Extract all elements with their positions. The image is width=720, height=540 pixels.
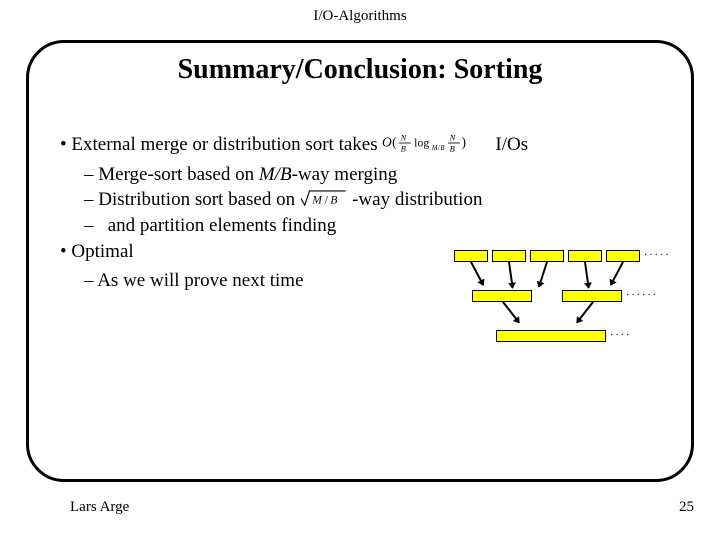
- formula-sqrt-m-over-b: M / B: [300, 189, 348, 208]
- tree-bar: [568, 250, 602, 262]
- tree-bar: [454, 250, 488, 262]
- svg-text:): ): [462, 134, 467, 150]
- distribution-tree-diagram: ····· ······ ····: [454, 250, 664, 350]
- svg-text:(: (: [393, 134, 398, 150]
- svg-text:M: M: [311, 195, 323, 207]
- tree-arrow: [538, 262, 548, 287]
- tree-ellipsis: ······: [626, 290, 658, 301]
- header-label: I/O-Algorithms: [0, 8, 720, 25]
- tree-arrow: [576, 301, 594, 323]
- svg-text:/: /: [325, 195, 329, 207]
- tree-bar: [562, 290, 622, 302]
- tree-bar: [492, 250, 526, 262]
- svg-text:O: O: [382, 134, 392, 149]
- svg-text:/: /: [438, 145, 440, 152]
- formula-io-complexity: O ( N B log M / B N B ): [382, 132, 490, 154]
- bullet-1b-pre: Distribution sort based on: [98, 189, 300, 210]
- footer-author: Lars Arge: [70, 499, 129, 516]
- bullet-1c: and partition elements finding: [60, 213, 680, 239]
- bullet-1b: Distribution sort based on M / B -way di…: [60, 187, 680, 213]
- bullet-1-text-a: External merge or distribution sort take…: [71, 134, 382, 155]
- tree-arrow: [502, 301, 520, 323]
- tree-arrow: [610, 262, 624, 286]
- svg-text:B: B: [441, 145, 445, 152]
- tree-bar: [530, 250, 564, 262]
- tree-bar: [496, 330, 606, 342]
- svg-text:log: log: [415, 135, 430, 149]
- bullet-1a-pre: Merge-sort based on: [98, 164, 259, 185]
- footer-page-number: 25: [679, 499, 694, 516]
- tree-arrow: [584, 262, 590, 288]
- bullet-1-text-b: I/Os: [495, 134, 528, 155]
- tree-bar: [606, 250, 640, 262]
- tree-bar: [472, 290, 532, 302]
- svg-text:B: B: [401, 143, 406, 153]
- bullet-1a-mid: M/B: [259, 164, 292, 185]
- bullet-1b-post: -way distribution: [352, 189, 482, 210]
- svg-text:N: N: [449, 132, 457, 142]
- bullet-1c-text: and partition elements finding: [108, 215, 336, 236]
- bullet-1: External merge or distribution sort take…: [60, 132, 680, 158]
- tree-arrow: [470, 262, 484, 286]
- bullet-1a: Merge-sort based on M/B-way merging: [60, 162, 680, 188]
- svg-text:B: B: [330, 195, 337, 207]
- tree-arrow: [508, 262, 514, 288]
- svg-text:B: B: [450, 143, 455, 153]
- svg-text:N: N: [400, 132, 408, 142]
- tree-ellipsis: ·····: [644, 250, 671, 261]
- tree-ellipsis: ····: [610, 330, 631, 341]
- svg-text:M: M: [431, 145, 438, 152]
- slide-title: Summary/Conclusion: Sorting: [0, 54, 720, 86]
- bullet-1a-post: -way merging: [292, 164, 398, 185]
